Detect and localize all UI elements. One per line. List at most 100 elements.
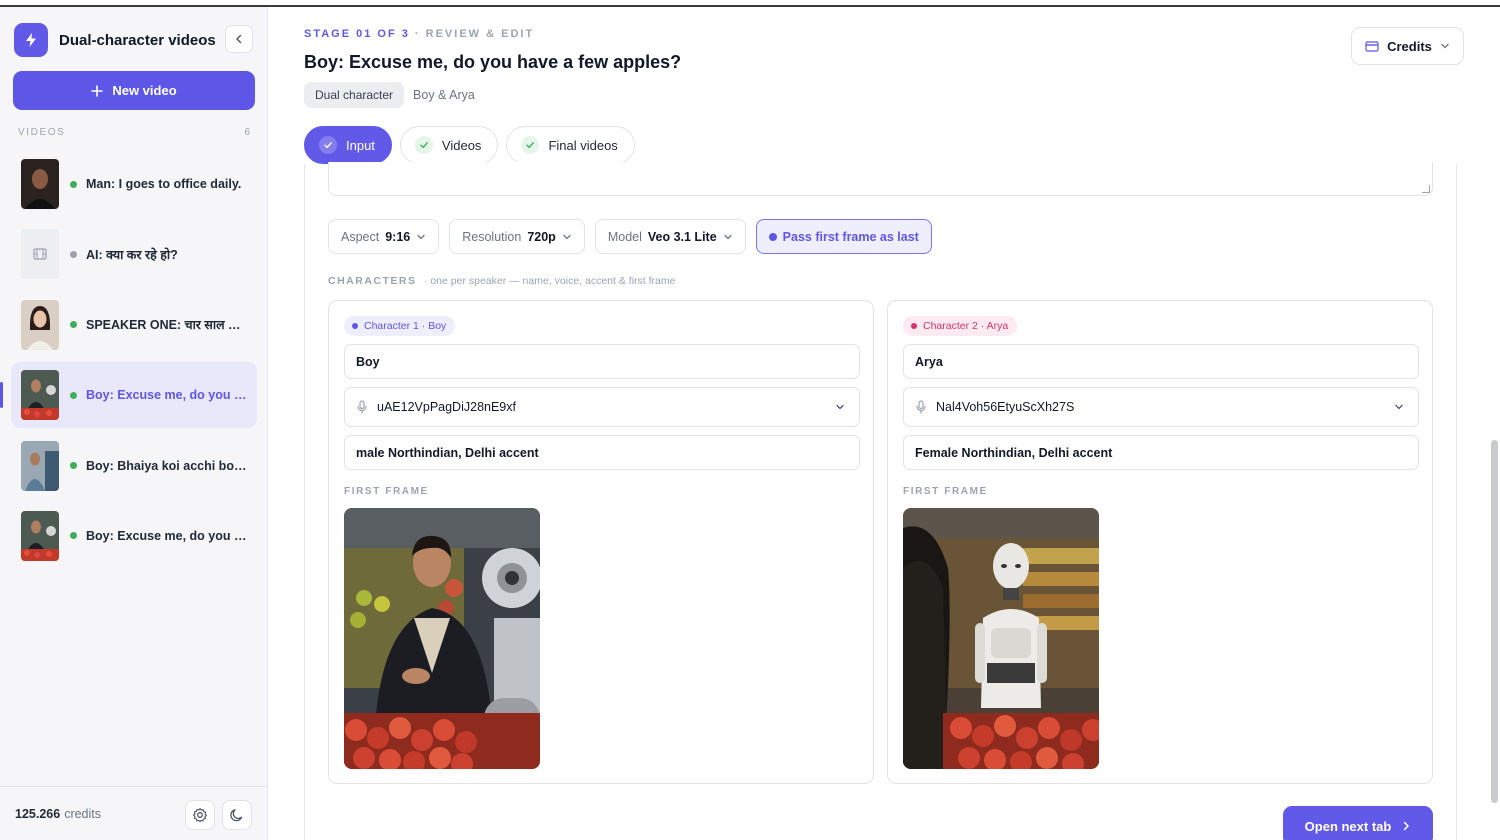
model-select[interactable]: Model Veo 3.1 Lite <box>594 219 746 254</box>
theme-toggle-button[interactable] <box>222 800 252 830</box>
voice-select[interactable]: Nal4Voh56EtyuScXh27S <box>903 387 1419 427</box>
gear-icon <box>192 807 208 823</box>
video-thumbnail <box>21 510 59 561</box>
app-title: Dual-character videos <box>59 31 216 49</box>
video-title: Man: I goes to office daily. <box>86 177 242 191</box>
chevron-down-icon <box>835 402 845 412</box>
resize-handle[interactable] <box>1422 185 1430 193</box>
tab-label: Final videos <box>548 137 618 153</box>
film-icon <box>21 229 59 280</box>
resolution-select[interactable]: Resolution 720p <box>449 219 585 254</box>
accent-value: male Northindian, Delhi accent <box>356 445 539 460</box>
character-card-2: Character 2 · Arya Arya Nal4Voh56EtyuScX… <box>887 300 1433 784</box>
pass-first-frame-toggle[interactable]: Pass first frame as last <box>755 219 932 254</box>
chevron-down-icon <box>1441 43 1449 49</box>
check-icon <box>414 136 433 154</box>
characters-summary: Boy & Arya <box>413 88 475 102</box>
credits-amount: 125.266 <box>15 806 61 821</box>
microphone-icon <box>915 400 927 414</box>
video-title: SPEAKER ONE: चार साल हो ... <box>86 318 248 333</box>
videos-heading: VIDEOS <box>18 127 66 138</box>
voice-id-value: Nal4Voh56EtyuScXh27S <box>936 400 1075 414</box>
stage-separator: · <box>409 28 426 40</box>
check-icon <box>319 136 337 154</box>
accent-input[interactable]: male Northindian, Delhi accent <box>344 435 860 470</box>
video-thumbnail <box>21 299 59 350</box>
tag-dot <box>911 323 917 329</box>
credits-label: credits <box>64 806 102 821</box>
characters-header: CHARACTERS · one per speaker — name, voi… <box>328 275 675 287</box>
sidebar-footer: 125.266 credits <box>0 786 267 840</box>
brand: Dual-character videos <box>14 23 254 57</box>
first-frame-image[interactable] <box>903 508 1099 769</box>
moon-icon <box>230 809 243 822</box>
tab-input[interactable]: Input <box>304 126 392 164</box>
stage-tabs: Input Videos Final videos <box>304 126 635 164</box>
status-dot <box>70 462 77 470</box>
list-item[interactable]: AI: क्या कर रहे हो? <box>11 221 257 287</box>
character-name-input[interactable]: Boy <box>344 344 860 379</box>
model-value: Veo 3.1 Lite <box>647 229 717 244</box>
list-item[interactable]: Boy: Excuse me, do you h... <box>11 503 257 569</box>
accent-input[interactable]: Female Northindian, Delhi accent <box>903 435 1419 470</box>
character-name-value: Boy <box>356 354 380 369</box>
voice-select[interactable]: uAE12VpPagDiJ28nE9xf <box>344 387 860 427</box>
video-type-pill: Dual character <box>304 82 405 108</box>
list-item[interactable]: Boy: Excuse me, do you h... <box>0 362 257 429</box>
stage-number: STAGE 01 OF 3 <box>304 28 410 40</box>
status-dot <box>70 532 77 540</box>
status-dot <box>70 250 77 258</box>
new-video-label: New video <box>112 83 177 98</box>
tab-label: Videos <box>441 137 482 153</box>
credits-button[interactable]: Credits <box>1351 27 1464 65</box>
video-title: AI: क्या कर रहे हो? <box>86 247 178 262</box>
script-textarea[interactable] <box>328 162 1433 196</box>
status-dot <box>70 391 77 399</box>
generation-options: Aspect 9:16 Resolution 720p Model Veo 3.… <box>328 219 932 254</box>
aspect-key: Aspect <box>341 229 380 244</box>
chevron-down-icon <box>417 234 425 239</box>
characters-heading: CHARACTERS <box>328 275 417 287</box>
accent-value: Female Northindian, Delhi accent <box>915 445 1113 460</box>
videos-count: 6 <box>244 127 250 138</box>
stage-description: REVIEW & EDIT <box>425 28 535 40</box>
list-item[interactable]: SPEAKER ONE: चार साल हो ... <box>11 292 257 358</box>
videos-section-header: VIDEOS 6 <box>18 127 250 138</box>
tab-label: Input <box>346 137 375 153</box>
first-frame-image[interactable] <box>344 508 540 769</box>
page-scrollbar[interactable] <box>1491 440 1498 803</box>
list-item[interactable]: Man: I goes to office daily. <box>11 151 257 217</box>
new-video-button[interactable]: New video <box>13 71 255 110</box>
settings-button[interactable] <box>185 800 215 830</box>
pass-frame-label: Pass first frame as last <box>782 229 919 244</box>
tab-videos[interactable]: Videos <box>399 126 499 164</box>
plus-icon <box>91 84 104 97</box>
resolution-key: Resolution <box>462 229 522 244</box>
aspect-value: 9:16 <box>385 229 411 244</box>
character-tag: Character 2 · Arya <box>903 316 1018 336</box>
lightning-icon <box>14 23 48 57</box>
stage-indicator: STAGE 01 OF 3 · REVIEW & EDIT <box>304 28 534 40</box>
collapse-sidebar-button[interactable] <box>225 25 253 53</box>
character-name-input[interactable]: Arya <box>903 344 1419 379</box>
video-title: Boy: Excuse me, do you h... <box>86 528 248 543</box>
card-icon <box>1365 40 1379 52</box>
character-card-1: Character 1 · Boy Boy uAE12VpPagDiJ28nE9… <box>328 300 874 784</box>
microphone-icon <box>356 400 368 414</box>
chevron-down-icon <box>724 234 732 239</box>
character-tag-label: Character 2 · Arya <box>923 320 1009 332</box>
open-next-tab-button[interactable]: Open next tab <box>1283 806 1433 840</box>
list-item[interactable]: Boy: Bhaiya koi acchi boo... <box>11 433 257 499</box>
voice-id-value: uAE12VpPagDiJ28nE9xf <box>377 400 516 414</box>
video-meta: Dual character Boy & Arya <box>304 82 475 108</box>
chevron-right-icon <box>1404 821 1410 831</box>
tab-final-videos[interactable]: Final videos <box>506 126 635 164</box>
aspect-select[interactable]: Aspect 9:16 <box>328 219 440 254</box>
first-frame-label: FIRST FRAME <box>344 486 429 497</box>
character-tag: Character 1 · Boy <box>344 316 456 336</box>
toggle-dot <box>768 232 777 241</box>
video-title: Boy: Bhaiya koi acchi boo... <box>86 458 248 473</box>
video-title: Boy: Excuse me, do you h... <box>86 388 248 403</box>
video-list: Man: I goes to office daily. AI: क्या कर… <box>0 151 257 573</box>
chevron-left-icon <box>236 34 242 44</box>
